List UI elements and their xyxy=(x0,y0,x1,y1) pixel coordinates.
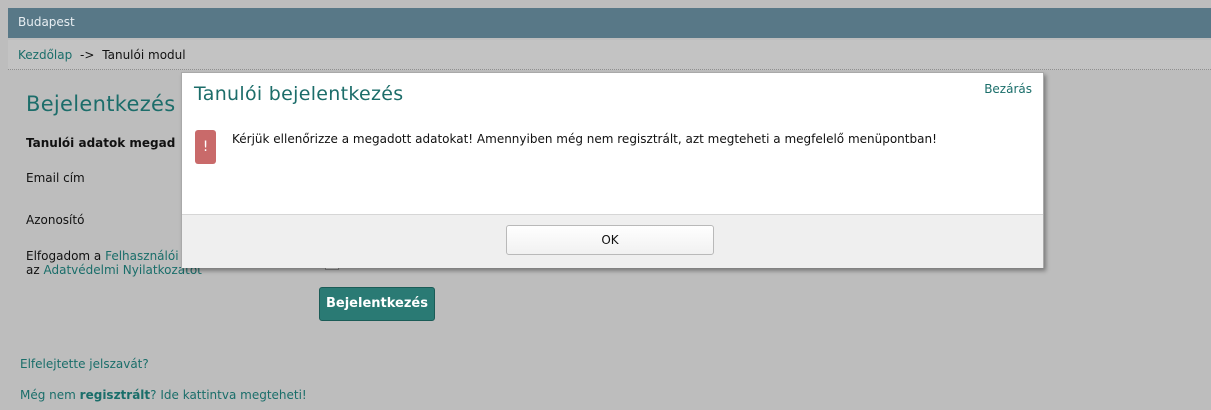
page-title: Bejelentkezés xyxy=(26,92,176,116)
dialog-footer: OK xyxy=(182,214,1043,268)
terms-acceptance: Elfogadom a Felhasználói S az Adatvédelm… xyxy=(26,249,202,277)
dialog-message: Kérjük ellenőrizze a megadott adatokat! … xyxy=(232,132,937,146)
login-button[interactable]: Bejelentkezés xyxy=(319,287,435,321)
register-suffix: ? Ide kattintva megteheti! xyxy=(150,388,307,402)
email-label: Email cím xyxy=(26,171,85,185)
dialog-close-link[interactable]: Bezárás xyxy=(984,82,1032,96)
breadcrumb-home-link[interactable]: Kezdőlap xyxy=(18,48,72,62)
register-bold: regisztrált xyxy=(79,388,151,402)
terms-prefix: Elfogadom a xyxy=(26,249,106,263)
alert-icon: ! xyxy=(195,130,216,164)
app-title: Budapest xyxy=(18,15,75,29)
register-prefix: Még nem xyxy=(20,388,80,402)
forgot-password-link[interactable]: Elfelejtette jelszavát? xyxy=(20,357,149,371)
breadcrumb: Kezdőlap -> Tanulói modul xyxy=(8,40,1211,70)
ok-button[interactable]: OK xyxy=(506,225,714,255)
breadcrumb-current: Tanulói modul xyxy=(102,48,186,62)
dialog-title: Tanulói bejelentkezés xyxy=(194,83,404,105)
section-heading: Tanulói adatok megad xyxy=(26,136,176,150)
register-link[interactable]: Még nem regisztrált? Ide kattintva megte… xyxy=(20,388,307,402)
privacy-prefix: az xyxy=(26,263,44,277)
privacy-link[interactable]: Adatvédelmi Nyilatkozatot xyxy=(43,263,201,277)
login-error-dialog: Tanulói bejelentkezés Bezárás ! Kérjük e… xyxy=(181,72,1044,268)
id-label: Azonosító xyxy=(26,213,85,227)
app-title-bar: Budapest xyxy=(8,8,1211,38)
terms-link[interactable]: Felhasználói S xyxy=(105,249,190,263)
breadcrumb-separator: -> xyxy=(80,48,95,62)
